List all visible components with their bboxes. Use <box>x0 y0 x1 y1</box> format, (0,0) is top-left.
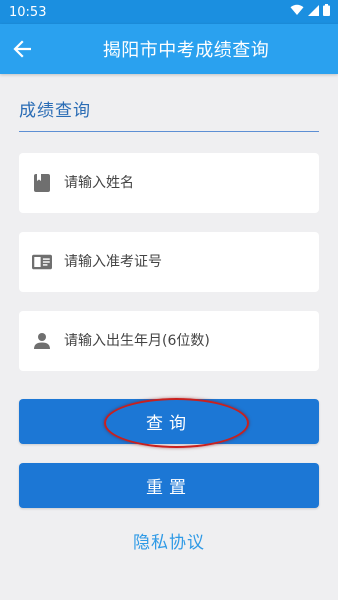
name-field[interactable] <box>19 153 319 213</box>
privacy-policy-link[interactable]: 隐私协议 <box>0 528 338 553</box>
section-divider <box>19 131 319 132</box>
status-time: 10:53 <box>9 4 47 20</box>
id-card-icon <box>32 252 52 272</box>
reset-button[interactable]: 重置 <box>19 463 319 508</box>
wifi-icon <box>290 4 304 20</box>
cell-signal-icon <box>308 4 319 20</box>
section-title: 成绩查询 <box>19 101 91 121</box>
birth-date-field[interactable] <box>19 311 319 371</box>
back-button[interactable] <box>10 37 34 61</box>
birth-date-input[interactable] <box>64 333 294 349</box>
page-title: 揭阳市中考成绩查询 <box>102 40 270 61</box>
app-bar: 揭阳市中考成绩查询 <box>0 24 338 74</box>
arrow-left-icon <box>13 40 31 58</box>
highlight-annotation <box>104 398 249 448</box>
person-icon <box>32 331 52 351</box>
status-icons <box>290 4 330 20</box>
battery-icon <box>323 4 330 20</box>
ticket-number-field[interactable] <box>19 232 319 292</box>
book-icon <box>32 173 52 193</box>
ticket-number-input[interactable] <box>64 254 294 270</box>
name-input[interactable] <box>64 175 294 191</box>
status-bar: 10:53 <box>0 0 338 24</box>
